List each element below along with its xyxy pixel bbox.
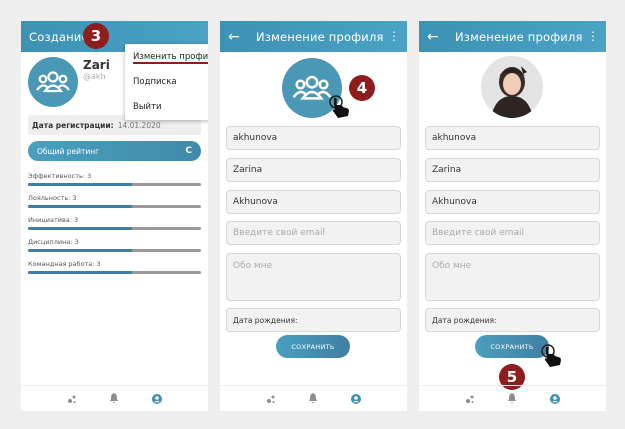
dots-icon[interactable] — [263, 391, 279, 407]
rating-grade: C — [185, 146, 192, 156]
metric-bar — [28, 249, 201, 252]
metric-bar — [28, 227, 201, 230]
header-title: Создание — [29, 29, 89, 44]
about-field[interactable]: Обо мне — [226, 253, 401, 301]
bell-icon[interactable] — [504, 391, 520, 407]
metric-label: Эффективность: 3 — [28, 172, 92, 180]
edit-profile-screen: ← Изменение профиля ⋮ akhunova Zarina Ak… — [419, 21, 606, 411]
menu-item-subscription[interactable]: Подписка — [125, 69, 208, 94]
kebab-menu-icon[interactable]: ⋮ — [587, 29, 599, 43]
last-name-field[interactable]: Akhunova — [425, 190, 600, 214]
dots-icon[interactable] — [462, 391, 478, 407]
avatar[interactable] — [28, 57, 78, 107]
metric-bar — [28, 205, 201, 208]
last-name-field[interactable]: Akhunova — [226, 190, 401, 214]
group-icon — [36, 71, 70, 93]
metric-row: Инициатива: 3 — [28, 216, 201, 230]
metric-label: Командная работа: 3 — [28, 260, 101, 268]
hand-pointer-icon — [329, 95, 349, 118]
profile-photo-image — [481, 56, 543, 118]
about-field[interactable]: Обо мне — [425, 253, 600, 301]
rating-label: Общий рейтинг — [37, 146, 100, 156]
arrow-left-icon[interactable]: ← — [228, 30, 242, 44]
bell-icon[interactable] — [305, 391, 321, 407]
registration-value: 14.01.2020 — [117, 120, 161, 130]
step-badge: 3 — [83, 23, 109, 49]
birth-date-field[interactable]: Дата рождения: — [425, 308, 600, 332]
metric-bar — [28, 183, 201, 186]
header-title: Изменение профиля — [256, 29, 384, 44]
first-name-field[interactable]: Zarina — [226, 158, 401, 182]
metric-bar-fill — [28, 271, 132, 274]
bell-icon[interactable] — [106, 391, 122, 407]
app-header: ← Изменение профиля ⋮ — [419, 21, 606, 52]
arrow-left-icon[interactable]: ← — [427, 30, 441, 44]
metric-row: Дисциплина: 3 — [28, 238, 201, 252]
overall-rating-button[interactable]: Общий рейтинг C — [28, 141, 201, 161]
profile-photo[interactable] — [481, 56, 543, 118]
header-title: Изменение профиля — [455, 29, 583, 44]
email-field[interactable]: Введите свой email — [425, 221, 600, 245]
hand-pointer-icon — [541, 344, 561, 367]
login-field[interactable]: akhunova — [425, 126, 600, 150]
metric-label: Дисциплина: 3 — [28, 238, 79, 246]
bottom-nav — [21, 385, 208, 411]
user-icon[interactable] — [149, 391, 165, 407]
save-button[interactable]: СОХРАНИТЬ — [276, 335, 350, 358]
email-field[interactable]: Введите свой email — [226, 221, 401, 245]
metric-row: Лояльность: 3 — [28, 194, 201, 208]
menu-item-logout[interactable]: Выйти — [125, 94, 208, 119]
profile-screen: Создание Zari @akh Дата регистрации: 14.… — [21, 21, 208, 411]
metric-bar-fill — [28, 205, 132, 208]
save-button[interactable]: СОХРАНИТЬ — [475, 335, 549, 358]
menu-item-edit-profile[interactable]: Изменить профиль — [125, 44, 208, 69]
dots-icon[interactable] — [64, 391, 80, 407]
user-icon[interactable] — [348, 391, 364, 407]
metric-label: Инициатива: 3 — [28, 216, 79, 224]
metric-bar-fill — [28, 183, 132, 186]
metric-row: Эффективность: 3 — [28, 172, 201, 186]
edit-profile-screen: ← Изменение профиля ⋮ 4 akhunova Zarina … — [220, 21, 407, 411]
first-name-field[interactable]: Zarina — [425, 158, 600, 182]
app-header: ← Изменение профиля ⋮ — [220, 21, 407, 52]
user-icon[interactable] — [547, 391, 563, 407]
login-field[interactable]: akhunova — [226, 126, 401, 150]
group-icon — [292, 75, 332, 100]
metric-bar-fill — [28, 249, 132, 252]
kebab-menu-icon[interactable]: ⋮ — [388, 29, 400, 43]
metric-bar — [28, 271, 201, 274]
bottom-nav — [419, 385, 606, 411]
metric-bar-fill — [28, 227, 132, 230]
metric-row: Командная работа: 3 — [28, 260, 201, 274]
metric-label: Лояльность: 3 — [28, 194, 77, 202]
user-handle: @akh — [83, 72, 106, 81]
user-name: Zari — [83, 58, 110, 72]
overflow-menu: Изменить профиль Подписка Выйти — [125, 44, 208, 120]
step-badge: 4 — [349, 75, 375, 101]
registration-label: Дата регистрации: — [32, 120, 114, 130]
birth-date-field[interactable]: Дата рождения: — [226, 308, 401, 332]
bottom-nav — [220, 385, 407, 411]
